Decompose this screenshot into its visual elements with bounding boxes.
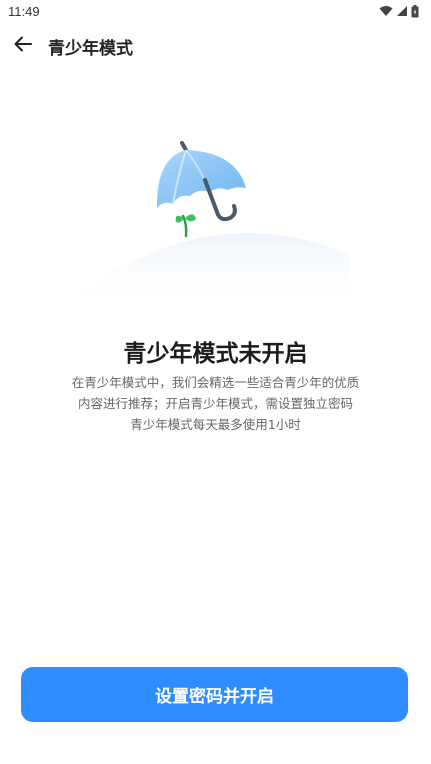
signal-icon bbox=[396, 5, 408, 17]
description-line: 内容进行推荐；开启青少年模式，需设置独立密码 bbox=[77, 396, 353, 411]
umbrella-sprout-illustration bbox=[60, 130, 370, 310]
set-password-enable-button[interactable]: 设置密码并开启 bbox=[21, 667, 408, 722]
status-bar: 11:49 bbox=[0, 0, 431, 22]
page-title: 青少年模式 bbox=[48, 38, 133, 59]
heading: 青少年模式未开启 bbox=[123, 341, 308, 367]
battery-icon bbox=[411, 4, 419, 18]
description-line: 青少年模式每天最多使用1小时 bbox=[130, 417, 301, 432]
app-bar: 青少年模式 bbox=[0, 28, 431, 64]
arrow-left-icon bbox=[12, 33, 34, 59]
description-line: 在青少年模式中，我们会精选一些适合青少年的优质 bbox=[71, 375, 360, 390]
status-icons bbox=[379, 4, 419, 18]
back-button[interactable] bbox=[10, 33, 36, 59]
description: 在青少年模式中，我们会精选一些适合青少年的优质 内容进行推荐；开启青少年模式，需… bbox=[40, 372, 391, 435]
status-time: 11:49 bbox=[8, 3, 40, 19]
wifi-icon bbox=[379, 5, 393, 17]
